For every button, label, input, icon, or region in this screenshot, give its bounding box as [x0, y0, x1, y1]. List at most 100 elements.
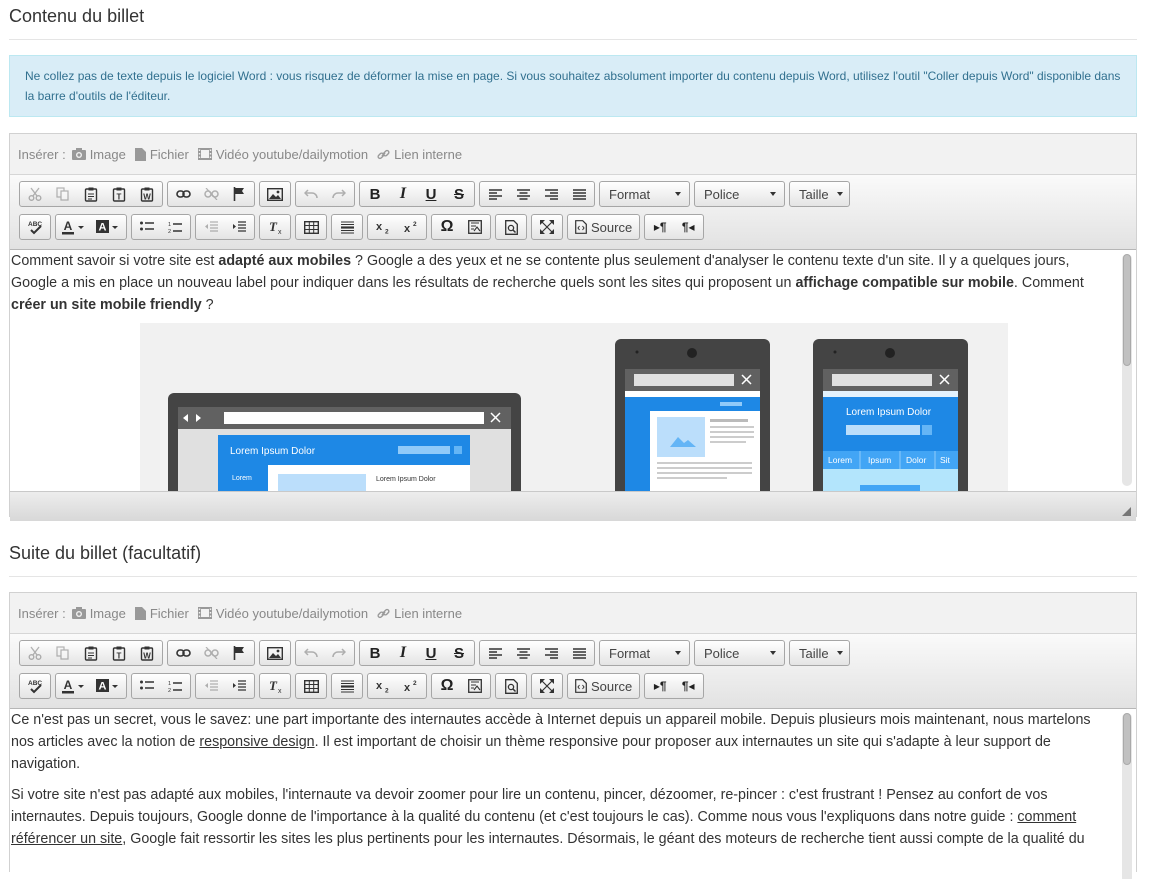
- paste-word-icon[interactable]: W: [133, 182, 161, 206]
- indent-icon[interactable]: [225, 674, 253, 698]
- copy-icon[interactable]: [49, 182, 77, 206]
- special-char-icon[interactable]: Ω: [433, 215, 461, 239]
- superscript-icon[interactable]: x2: [397, 674, 425, 698]
- bold-icon[interactable]: B: [361, 641, 389, 665]
- paragraph: Si votre site n'est pas adapté aux mobil…: [11, 787, 1085, 847]
- editor-content-area[interactable]: Comment savoir si votre site est adapté …: [10, 250, 1136, 491]
- cut-icon[interactable]: [21, 182, 49, 206]
- template-icon[interactable]: [461, 674, 489, 698]
- rtl-icon[interactable]: ¶◂: [674, 215, 702, 239]
- anchor-flag-icon[interactable]: [225, 182, 253, 206]
- special-char-icon[interactable]: Ω: [433, 674, 461, 698]
- text-color-icon[interactable]: A: [57, 674, 91, 698]
- maximize-icon[interactable]: [533, 215, 561, 239]
- anchor-flag-icon[interactable]: [225, 641, 253, 665]
- svg-text:2: 2: [168, 688, 171, 693]
- outdent-icon[interactable]: [197, 215, 225, 239]
- preview-icon[interactable]: [497, 215, 525, 239]
- superscript-icon[interactable]: x2: [397, 215, 425, 239]
- numbered-list-icon[interactable]: 12: [161, 674, 189, 698]
- redo-icon[interactable]: [325, 641, 353, 665]
- background-color-icon[interactable]: A: [91, 674, 125, 698]
- paste-text-icon[interactable]: T: [105, 182, 133, 206]
- table-icon[interactable]: [297, 215, 325, 239]
- insert-image-button[interactable]: Image: [71, 606, 126, 621]
- text-color-icon[interactable]: A: [57, 215, 91, 239]
- font-dropdown[interactable]: Police: [694, 181, 785, 207]
- horizontal-rule-icon[interactable]: [333, 215, 361, 239]
- insert-file-button[interactable]: Fichier: [134, 147, 189, 162]
- editor-content-area[interactable]: Ce n'est pas un secret, vous le savez: u…: [10, 709, 1136, 879]
- strikethrough-icon[interactable]: S: [445, 641, 473, 665]
- resize-handle-icon[interactable]: [1122, 507, 1131, 516]
- maximize-icon[interactable]: [533, 674, 561, 698]
- insert-link-button[interactable]: Lien interne: [377, 606, 462, 621]
- bulleted-list-icon[interactable]: [133, 215, 161, 239]
- remove-format-icon[interactable]: Tx: [261, 674, 289, 698]
- redo-icon[interactable]: [325, 182, 353, 206]
- format-dropdown[interactable]: Format: [599, 640, 690, 666]
- size-dropdown[interactable]: Taille: [789, 181, 850, 207]
- subscript-icon[interactable]: x2: [369, 215, 397, 239]
- paste-word-icon[interactable]: W: [133, 641, 161, 665]
- numbered-list-icon[interactable]: 12: [161, 215, 189, 239]
- ltr-icon[interactable]: ▸¶: [646, 215, 674, 239]
- subscript-icon[interactable]: x2: [369, 674, 397, 698]
- link-icon[interactable]: [169, 182, 197, 206]
- outdent-icon[interactable]: [197, 674, 225, 698]
- indent-icon[interactable]: [225, 215, 253, 239]
- strikethrough-icon[interactable]: S: [445, 182, 473, 206]
- image-icon[interactable]: [261, 641, 289, 665]
- paste-icon[interactable]: [77, 641, 105, 665]
- align-left-icon[interactable]: [481, 182, 509, 206]
- template-icon[interactable]: [461, 215, 489, 239]
- bulleted-list-icon[interactable]: [133, 674, 161, 698]
- remove-format-icon[interactable]: Tx: [261, 215, 289, 239]
- cut-icon[interactable]: [21, 641, 49, 665]
- copy-icon[interactable]: [49, 641, 77, 665]
- align-center-icon[interactable]: [509, 641, 537, 665]
- link-responsive-design[interactable]: responsive design: [199, 734, 314, 750]
- align-center-icon[interactable]: [509, 182, 537, 206]
- unlink-icon[interactable]: [197, 182, 225, 206]
- bold-icon[interactable]: B: [361, 182, 389, 206]
- paste-text-icon[interactable]: T: [105, 641, 133, 665]
- paste-icon[interactable]: [77, 182, 105, 206]
- italic-icon[interactable]: I: [389, 182, 417, 206]
- insert-image-button[interactable]: Image: [71, 147, 126, 162]
- vertical-scrollbar[interactable]: [1122, 713, 1132, 879]
- undo-icon[interactable]: [297, 641, 325, 665]
- underline-icon[interactable]: U: [417, 182, 445, 206]
- underline-icon[interactable]: U: [417, 641, 445, 665]
- insert-file-button[interactable]: Fichier: [134, 606, 189, 621]
- source-button[interactable]: Source: [569, 674, 638, 698]
- align-right-icon[interactable]: [537, 182, 565, 206]
- align-left-icon[interactable]: [481, 641, 509, 665]
- align-justify-icon[interactable]: [565, 641, 593, 665]
- table-icon[interactable]: [297, 674, 325, 698]
- scrollbar-thumb[interactable]: [1123, 254, 1131, 366]
- align-right-icon[interactable]: [537, 641, 565, 665]
- spellcheck-icon[interactable]: ABC: [21, 674, 49, 698]
- insert-video-button[interactable]: Vidéo youtube/dailymotion: [197, 147, 368, 162]
- italic-icon[interactable]: I: [389, 641, 417, 665]
- background-color-icon[interactable]: A: [91, 215, 125, 239]
- preview-icon[interactable]: [497, 674, 525, 698]
- vertical-scrollbar[interactable]: [1122, 254, 1132, 486]
- size-dropdown[interactable]: Taille: [789, 640, 850, 666]
- unlink-icon[interactable]: [197, 641, 225, 665]
- scrollbar-thumb[interactable]: [1123, 713, 1131, 765]
- undo-icon[interactable]: [297, 182, 325, 206]
- format-dropdown[interactable]: Format: [599, 181, 690, 207]
- spellcheck-icon[interactable]: ABC: [21, 215, 49, 239]
- align-justify-icon[interactable]: [565, 182, 593, 206]
- rtl-icon[interactable]: ¶◂: [674, 674, 702, 698]
- insert-link-button[interactable]: Lien interne: [377, 147, 462, 162]
- ltr-icon[interactable]: ▸¶: [646, 674, 674, 698]
- font-dropdown[interactable]: Police: [694, 640, 785, 666]
- link-icon[interactable]: [169, 641, 197, 665]
- source-button[interactable]: Source: [569, 215, 638, 239]
- insert-video-button[interactable]: Vidéo youtube/dailymotion: [197, 606, 368, 621]
- image-icon[interactable]: [261, 182, 289, 206]
- horizontal-rule-icon[interactable]: [333, 674, 361, 698]
